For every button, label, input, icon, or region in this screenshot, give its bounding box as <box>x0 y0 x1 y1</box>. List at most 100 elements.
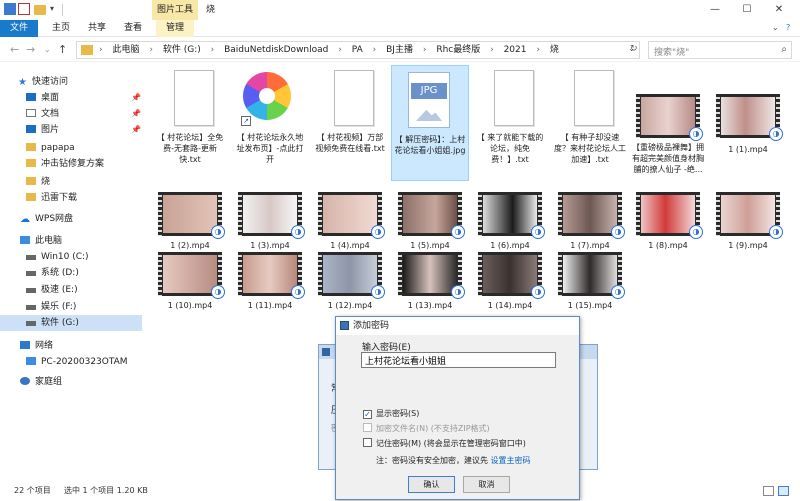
nav-drive-e[interactable]: 极速 (E:) <box>26 282 78 298</box>
file-item[interactable]: ◑ 1 (13).mp4 <box>392 244 468 310</box>
password-input[interactable] <box>361 352 556 368</box>
nav-item-papapa[interactable]: papapa <box>26 140 75 156</box>
nav-wps[interactable]: ☁ WPS网盘 <box>20 211 73 227</box>
customize-quick-access-icon[interactable]: ▾ <box>50 4 62 16</box>
pin-icon[interactable]: 📌 <box>131 122 141 138</box>
maximize-button[interactable]: ☐ <box>732 0 762 20</box>
file-item[interactable]: ◑ 1 (6).mp4 <box>472 184 548 250</box>
pin-icon[interactable]: 📌 <box>131 106 141 122</box>
file-item[interactable]: ◑ 1 (12).mp4 <box>312 244 388 310</box>
nav-label: 桌面 <box>41 93 60 103</box>
file-item[interactable]: ◑ 1 (2).mp4 <box>152 184 228 250</box>
new-folder-icon[interactable] <box>34 5 46 15</box>
file-item[interactable]: ◑ 1 (1).mp4 <box>710 84 786 198</box>
chevron-right-icon[interactable]: › <box>211 45 215 55</box>
item-count: 22 个项目 <box>14 486 51 495</box>
details-view-icon[interactable] <box>763 486 774 496</box>
file-item[interactable]: 【 有种子却没速度？来村花论坛人工加速】.txt <box>552 64 628 178</box>
up-icon[interactable]: ↑ <box>58 43 67 56</box>
file-item[interactable]: ◑ 1 (10).mp4 <box>152 244 228 310</box>
help-icon[interactable]: ? <box>786 23 790 32</box>
set-master-password-link[interactable]: 设置主密码 <box>491 456 531 465</box>
chevron-right-icon[interactable]: › <box>338 45 342 55</box>
remember-password-checkbox[interactable]: 记住密码(M) (将会显示在管理密码窗口中) <box>363 438 526 449</box>
pin-icon[interactable]: 📌 <box>131 90 141 106</box>
chevron-right-icon[interactable]: › <box>536 45 540 55</box>
crumb-pa[interactable]: PA <box>352 45 363 55</box>
tab-view[interactable]: 查看 <box>118 20 148 37</box>
video-thumbnail: ◑ <box>398 252 465 299</box>
nav-label: 软件 (G:) <box>41 318 79 328</box>
nav-item-pictures[interactable]: 图片 📌 <box>26 122 142 138</box>
file-item[interactable]: ◑ 【重磅极品裸舞】拥有超完美颜值身材胸脯的撩人仙子 -绝... <box>630 84 706 198</box>
nav-network-pc[interactable]: PC-20200323OTAM <box>26 354 128 370</box>
refresh-icon[interactable]: ↻ <box>630 44 638 54</box>
file-item[interactable]: ◑ 1 (4).mp4 <box>312 184 388 250</box>
show-password-checkbox[interactable]: ✓ 显示密码(S) <box>363 408 419 419</box>
crumb-drive-g[interactable]: 软件 (G:) <box>163 45 201 55</box>
file-item[interactable]: ◑ 1 (11).mp4 <box>232 244 308 310</box>
address-bar[interactable]: › 此电脑 › 软件 (G:) › BaiduNetdiskDownload ›… <box>76 41 640 59</box>
nav-drive-g[interactable]: 软件 (G:) <box>0 315 142 331</box>
file-item[interactable]: ◑ 1 (9).mp4 <box>710 184 786 250</box>
file-name: 【重磅极品裸舞】拥有超完美颜值身材胸脯的撩人仙子 -绝... <box>632 143 704 174</box>
expand-ribbon-icon[interactable]: ⌄ <box>772 23 779 32</box>
file-item[interactable]: ◑ 1 (7).mp4 <box>552 184 628 250</box>
crumb-2021[interactable]: 2021 <box>504 45 527 55</box>
back-icon[interactable]: ← <box>10 43 19 56</box>
player-badge-icon: ◑ <box>371 225 385 239</box>
nav-drive-c[interactable]: Win10 (C:) <box>26 249 89 265</box>
file-item[interactable]: 【 来了就能下载的论坛，纯免费！】.txt <box>472 64 548 178</box>
properties-icon[interactable] <box>18 3 30 15</box>
chevron-right-icon[interactable]: › <box>149 45 153 55</box>
nav-item-desktop[interactable]: 桌面 📌 <box>26 90 142 106</box>
crumb-rhc[interactable]: Rhc最终版 <box>436 45 480 55</box>
nav-this-pc[interactable]: 此电脑 <box>20 233 62 249</box>
file-item[interactable]: ◑ 1 (8).mp4 <box>630 184 706 250</box>
file-item[interactable]: ◑ 1 (15).mp4 <box>552 244 628 310</box>
nav-item-xunlei[interactable]: 迅雷下载 <box>26 190 77 206</box>
nav-item-documents[interactable]: 文档 📌 <box>26 106 142 122</box>
crumb-bj[interactable]: BJ主播 <box>386 45 413 55</box>
file-item-selected[interactable]: JPG 【 解压密码】：上村花论坛看小姐姐.jpg <box>391 65 469 181</box>
large-icons-view-icon[interactable] <box>778 486 789 496</box>
crumb-this-pc[interactable]: 此电脑 <box>112 45 139 55</box>
search-input[interactable]: 搜索"烧" ⌕ <box>648 41 792 59</box>
chevron-right-icon[interactable]: › <box>423 45 427 55</box>
nav-homegroup[interactable]: 家庭组 <box>20 374 62 390</box>
file-item[interactable]: 【 村花视频】万部视频免费在线看.txt <box>312 64 388 178</box>
search-icon[interactable]: ⌕ <box>781 44 787 55</box>
tab-file[interactable]: 文件 <box>0 20 38 37</box>
recent-locations-icon[interactable]: ⌄ <box>44 45 51 54</box>
tab-manage[interactable]: 管理 <box>156 20 194 37</box>
documents-icon <box>26 109 36 117</box>
file-item[interactable]: 【 村花论坛】全免费-无套路-更新快.txt <box>152 64 228 178</box>
nav-drive-f[interactable]: 娱乐 (F:) <box>26 299 76 315</box>
player-badge-icon: ◑ <box>769 127 783 141</box>
file-item[interactable]: ◑ 1 (14).mp4 <box>472 244 548 310</box>
nav-drive-d[interactable]: 系统 (D:) <box>26 265 79 281</box>
nav-item-current[interactable]: 烧 <box>26 174 50 190</box>
chevron-right-icon[interactable]: › <box>490 45 494 55</box>
nav-quick-access[interactable]: ★ 快速访问 <box>18 74 68 90</box>
file-item[interactable]: ↗ 【 村花论坛永久地址发布页】-点此打开 <box>232 64 308 178</box>
player-badge-icon: ◑ <box>211 285 225 299</box>
tab-share[interactable]: 共享 <box>82 20 112 37</box>
close-button[interactable]: ✕ <box>764 0 794 20</box>
player-badge-icon: ◑ <box>371 285 385 299</box>
file-item[interactable]: ◑ 1 (5).mp4 <box>392 184 468 250</box>
nav-label: 家庭组 <box>35 377 63 387</box>
chevron-right-icon[interactable]: › <box>373 45 377 55</box>
minimize-button[interactable]: — <box>700 0 730 20</box>
nav-item-repair[interactable]: 冲击钻修复方案 <box>26 156 104 172</box>
nav-network[interactable]: 网络 <box>20 338 53 354</box>
save-icon[interactable] <box>4 3 16 15</box>
file-item[interactable]: ◑ 1 (3).mp4 <box>232 184 308 250</box>
image-file-icon: JPG <box>408 72 450 128</box>
forward-icon[interactable]: → <box>26 43 35 56</box>
crumb-current[interactable]: 烧 <box>550 45 559 55</box>
crumb-baidu[interactable]: BaiduNetdiskDownload <box>224 45 328 55</box>
dialog-titlebar: 添加密码 <box>336 317 579 335</box>
tab-home[interactable]: 主页 <box>46 20 76 37</box>
nav-label: 烧 <box>41 177 51 187</box>
